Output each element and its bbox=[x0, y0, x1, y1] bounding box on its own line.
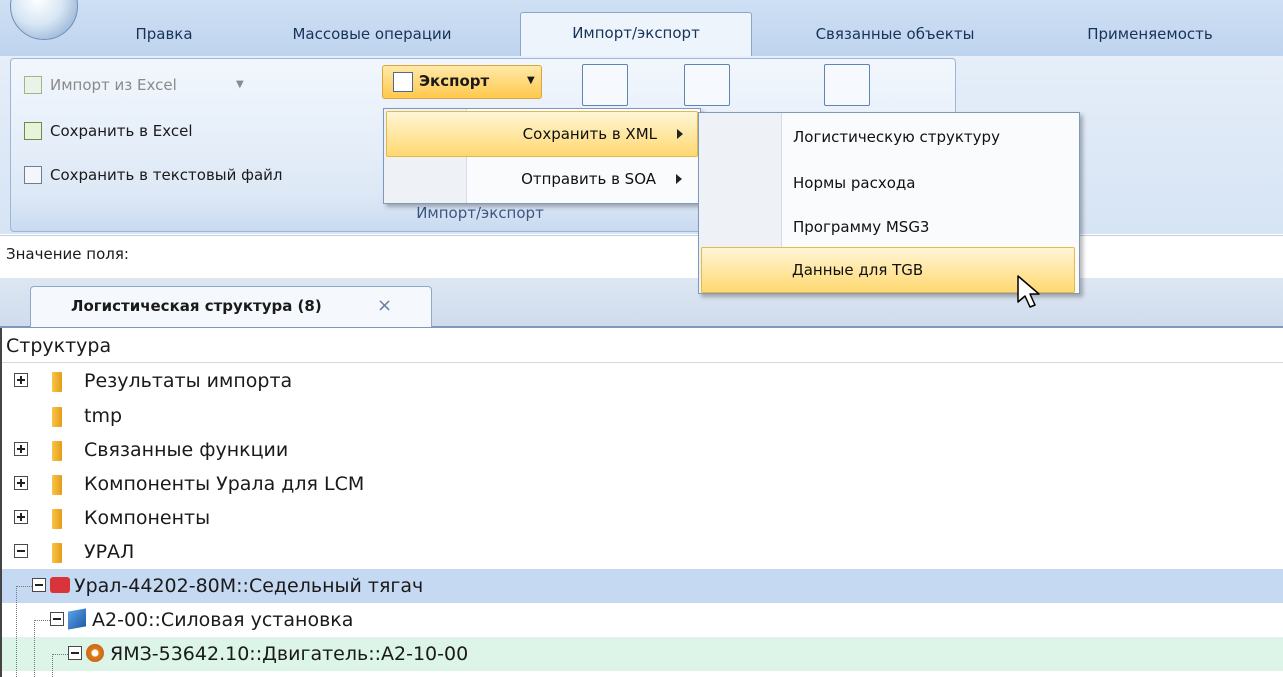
tree-row-label: Компоненты Урала для LCM bbox=[84, 473, 365, 495]
save-text-label: Сохранить в текстовый файл bbox=[50, 166, 283, 184]
tree-row[interactable]: Компоненты bbox=[2, 501, 1283, 535]
submenu-arrow-icon bbox=[676, 174, 682, 184]
tab-bulk-operations[interactable]: Массовые операции bbox=[246, 18, 498, 50]
tree-row[interactable]: Результаты импорта bbox=[2, 364, 1283, 398]
tree-connector bbox=[16, 586, 17, 677]
field-value-label: Значение поля: bbox=[6, 245, 129, 263]
import-excel-label: Импорт из Excel bbox=[50, 76, 177, 94]
tree-connector bbox=[52, 654, 68, 655]
tree-row[interactable]: Компоненты Урала для LCM bbox=[2, 467, 1283, 501]
close-icon[interactable]: × bbox=[377, 295, 392, 316]
folder-icon bbox=[52, 543, 62, 563]
folder-icon bbox=[52, 372, 62, 392]
save-excel-label: Сохранить в Excel bbox=[50, 122, 193, 140]
menu-item-label: Логистическую структуру bbox=[793, 128, 1000, 146]
collapse-icon[interactable] bbox=[14, 544, 28, 558]
tree-connector bbox=[34, 620, 35, 677]
tab-import-export[interactable]: Импорт/экспорт bbox=[520, 12, 752, 57]
tree-header: Структура bbox=[2, 328, 1283, 363]
tree-row-label: Урал-44202-80М::Седельный тягач bbox=[74, 575, 424, 597]
menu-item-label: Нормы расхода bbox=[793, 174, 916, 192]
tab-applicability[interactable]: Применяемость bbox=[1050, 18, 1250, 50]
tree-row-label: А2-00::Силовая установка bbox=[92, 609, 354, 631]
export-button[interactable]: Экспорт ▼ bbox=[382, 65, 542, 99]
tree-row-label: tmp bbox=[84, 405, 123, 427]
table-export-icon[interactable] bbox=[582, 64, 628, 106]
save-excel-button[interactable]: Сохранить в Excel bbox=[24, 118, 274, 144]
excel-icon bbox=[24, 76, 42, 94]
folder-icon bbox=[52, 475, 62, 495]
engine-gear-icon bbox=[86, 644, 104, 662]
tree-row[interactable]: tmp bbox=[2, 399, 1283, 433]
xml-file-icon[interactable] bbox=[684, 64, 730, 106]
export-icon bbox=[393, 72, 413, 92]
menu-item-label: Сохранить в XML bbox=[522, 125, 657, 143]
folder-icon bbox=[52, 441, 62, 461]
chevron-down-icon: ▼ bbox=[236, 79, 244, 90]
menu-item-consumption-norms[interactable]: Нормы расхода bbox=[701, 161, 1075, 205]
field-value-bar: Значение поля: bbox=[0, 235, 1283, 279]
expand-icon[interactable] bbox=[14, 373, 28, 387]
text-file-icon bbox=[24, 166, 42, 184]
xml-submenu: Логистическую структуру Нормы расхода Пр… bbox=[698, 112, 1080, 294]
tree-row[interactable]: УРАЛ bbox=[2, 535, 1283, 569]
document-tab-label: Логистическая структура (8) bbox=[71, 297, 322, 315]
collapse-icon[interactable] bbox=[68, 646, 82, 660]
chevron-down-icon: ▼ bbox=[527, 75, 535, 86]
tab-edit[interactable]: Правка bbox=[118, 18, 210, 50]
expand-icon[interactable] bbox=[14, 510, 28, 524]
structure-tree: Структура Результаты импорта tmp Связанн… bbox=[0, 328, 1283, 677]
tree-row-label: Результаты импорта bbox=[84, 370, 293, 392]
tree-connector bbox=[34, 620, 50, 621]
tree-row-label: Связанные функции bbox=[84, 439, 289, 461]
save-text-button[interactable]: Сохранить в текстовый файл bbox=[24, 162, 384, 188]
tree-row-label: ЯМЗ-53642.10::Двигатель::А2-10-00 bbox=[110, 643, 469, 665]
expand-icon[interactable] bbox=[14, 476, 28, 490]
tree-row-selected[interactable]: Урал-44202-80М::Седельный тягач bbox=[2, 569, 1283, 603]
mouse-cursor-icon bbox=[1017, 275, 1040, 308]
folder-icon bbox=[52, 407, 62, 427]
submenu-arrow-icon bbox=[677, 129, 683, 139]
document-tab[interactable]: Логистическая структура (8) × bbox=[30, 286, 432, 327]
tree-row-label: Компоненты bbox=[84, 507, 211, 529]
menu-item-label: Программу MSG3 bbox=[793, 218, 930, 236]
tree-row[interactable]: А2-00::Силовая установка bbox=[2, 603, 1283, 637]
excel-icon bbox=[24, 122, 42, 140]
expand-icon[interactable] bbox=[14, 442, 28, 456]
collapse-icon[interactable] bbox=[32, 578, 46, 592]
menu-item-label: Данные для TGB bbox=[792, 261, 924, 279]
tree-connector bbox=[52, 654, 53, 677]
export-menu: Сохранить в XML Отправить в SOA bbox=[383, 108, 701, 204]
xml-file-icon[interactable] bbox=[824, 64, 870, 106]
export-label: Экспорт bbox=[419, 72, 490, 90]
folder-icon bbox=[52, 509, 62, 529]
menu-item-logistic-structure[interactable]: Логистическую структуру bbox=[701, 115, 1075, 159]
menu-item-msg3-program[interactable]: Программу MSG3 bbox=[701, 205, 1075, 249]
tab-related-objects[interactable]: Связанные объекты bbox=[770, 18, 1020, 50]
menu-item-save-xml[interactable]: Сохранить в XML bbox=[386, 111, 698, 157]
tree-row[interactable]: ЯМЗ-53642.10::Двигатель::А2-10-00 bbox=[2, 637, 1283, 671]
tree-connector bbox=[16, 586, 32, 587]
import-excel-button[interactable]: Импорт из Excel ▼ bbox=[24, 72, 274, 98]
menu-item-label: Отправить в SOA bbox=[521, 170, 656, 188]
cube-icon bbox=[68, 608, 86, 630]
collapse-icon[interactable] bbox=[50, 612, 64, 626]
truck-icon bbox=[50, 577, 70, 593]
tree-header-label: Структура bbox=[6, 335, 112, 357]
menu-item-send-soa[interactable]: Отправить в SOA bbox=[386, 157, 696, 201]
tree-row[interactable]: Связанные функции bbox=[2, 433, 1283, 467]
tree-row-label: УРАЛ bbox=[84, 541, 135, 563]
